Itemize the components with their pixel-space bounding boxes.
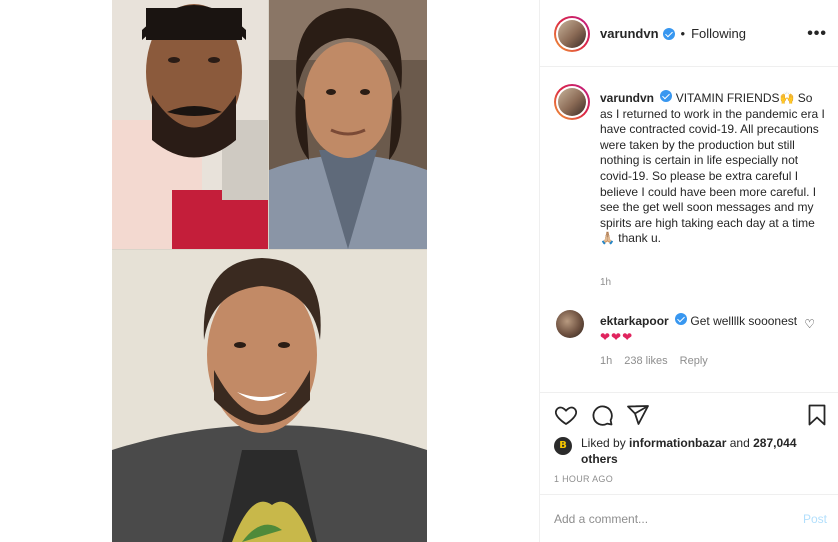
- post-timestamp[interactable]: 1 HOUR AGO: [554, 474, 613, 484]
- comment-time[interactable]: 1h: [600, 355, 612, 367]
- author-username[interactable]: varundvn: [600, 26, 659, 41]
- comment-text: Get wellllk sooonest: [690, 314, 798, 328]
- red-hearts-emoji: ❤❤❤: [600, 329, 634, 344]
- post-comment-button[interactable]: Post: [803, 512, 827, 526]
- liked-by: B Liked by informationbazar and 287,044 …: [554, 435, 824, 467]
- video-call-tile-2: [269, 0, 427, 249]
- verified-badge-icon: [660, 90, 673, 102]
- heart-icon[interactable]: [554, 403, 578, 427]
- share-icon[interactable]: [626, 403, 650, 427]
- bookmark-icon[interactable]: [805, 403, 829, 427]
- post-header: varundvn • Following •••: [540, 0, 838, 67]
- comment-like-heart-icon[interactable]: ♡: [804, 317, 815, 331]
- left-background: [0, 0, 112, 542]
- post-media[interactable]: [112, 0, 427, 542]
- video-call-tile-3: [112, 250, 427, 542]
- comment-meta: 1h 238 likes Reply: [600, 355, 708, 367]
- comment-item: ektarkapoor Get wellllk sooonest ❤❤❤: [600, 313, 800, 345]
- verified-badge-icon: [662, 27, 675, 40]
- comment-avatar[interactable]: [556, 310, 584, 338]
- comment-likes[interactable]: 238 likes: [624, 355, 667, 367]
- caption-text: VITAMIN FRIENDS🙌 So as I returned to wor…: [600, 91, 825, 246]
- comment-reply-button[interactable]: Reply: [680, 355, 708, 367]
- comment-icon[interactable]: [590, 403, 614, 427]
- post-actions: B Liked by informationbazar and 287,044 …: [540, 392, 838, 490]
- caption-username[interactable]: varundvn: [600, 91, 654, 105]
- more-options-icon[interactable]: •••: [807, 25, 827, 43]
- add-comment-input[interactable]: [554, 509, 774, 529]
- post-side-panel: varundvn • Following ••• varundvn VITAMI…: [539, 0, 838, 542]
- caption-avatar[interactable]: [554, 84, 590, 120]
- verified-badge-icon: [675, 313, 688, 325]
- comments-section[interactable]: varundvn VITAMIN FRIENDS🙌 So as I return…: [540, 68, 838, 392]
- caption-time[interactable]: 1h: [600, 277, 611, 288]
- liked-by-and: and: [729, 436, 750, 450]
- right-background: [427, 0, 539, 542]
- add-comment-bar: Post: [540, 494, 838, 542]
- author-avatar[interactable]: [554, 16, 590, 52]
- separator-dot: •: [680, 26, 686, 41]
- author-info: varundvn • Following: [600, 26, 746, 41]
- liker-avatar[interactable]: B: [554, 437, 572, 455]
- following-button[interactable]: Following: [691, 26, 746, 41]
- comment-username[interactable]: ektarkapoor: [600, 314, 669, 328]
- liked-by-prefix: Liked by: [581, 436, 626, 450]
- liker-username[interactable]: informationbazar: [629, 436, 726, 450]
- post-caption: varundvn VITAMIN FRIENDS🙌 So as I return…: [600, 90, 825, 247]
- video-call-tile-1: [112, 0, 268, 249]
